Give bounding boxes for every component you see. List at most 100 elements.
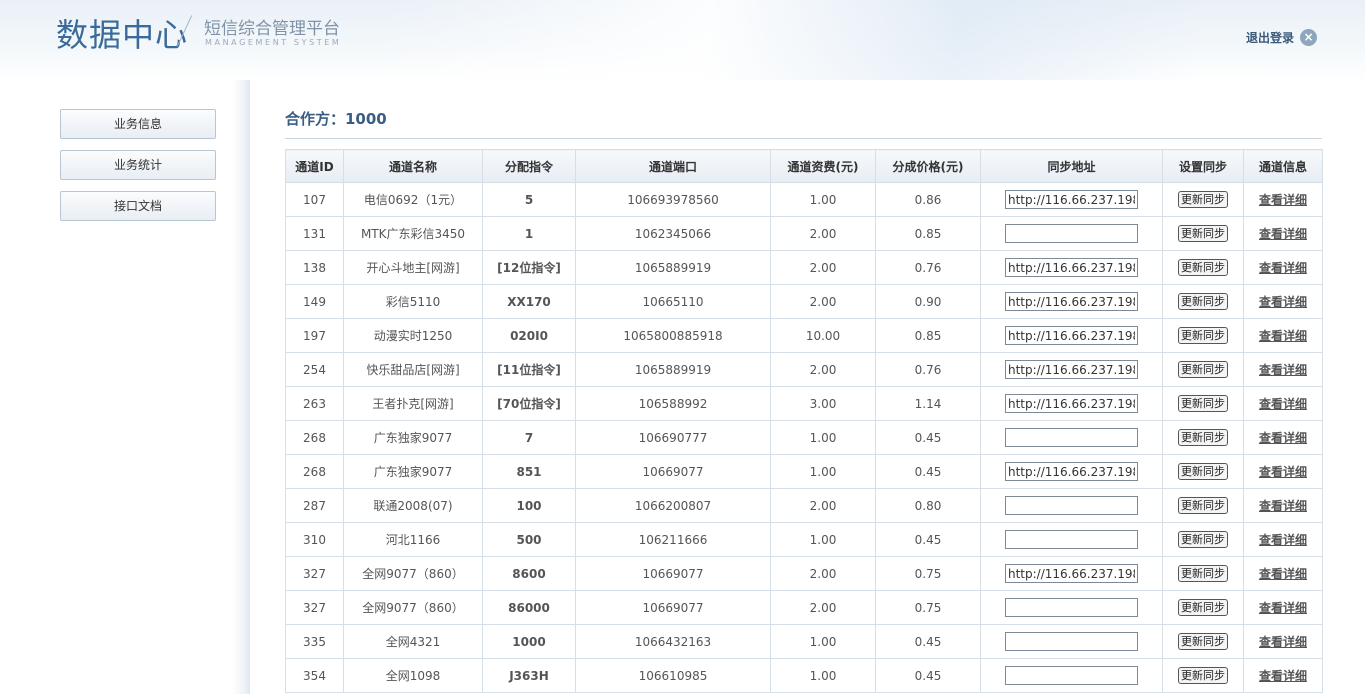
sync-url-input[interactable] (1005, 394, 1138, 413)
fee-cell: 1.00 (770, 454, 876, 489)
sync-url-input[interactable] (1005, 666, 1138, 685)
fee-cell: 3.00 (770, 386, 876, 421)
update-sync-button[interactable]: 更新同步 (1178, 565, 1228, 582)
port-cell: 106588992 (575, 386, 771, 421)
sync-url-cell (980, 182, 1163, 217)
channel-name-cell: MTK广东彩信3450 (343, 216, 483, 251)
view-detail-link[interactable]: 查看详细 (1243, 624, 1323, 659)
update-sync-button[interactable]: 更新同步 (1178, 429, 1228, 446)
share-price-cell: 0.90 (875, 284, 981, 319)
sync-url-input[interactable] (1005, 632, 1138, 651)
view-detail-link[interactable]: 查看详细 (1243, 522, 1323, 557)
update-sync-button[interactable]: 更新同步 (1178, 667, 1228, 684)
sync-url-input[interactable] (1005, 496, 1138, 515)
fee-cell: 2.00 (770, 556, 876, 591)
sync-url-input[interactable] (1005, 564, 1138, 583)
logout-button[interactable]: 退出登录 × (1246, 29, 1318, 46)
table-row: 263王者扑克[网游][70位指令]1065889923.001.14 更新同步查… (285, 386, 1323, 421)
update-sync-button[interactable]: 更新同步 (1178, 259, 1228, 276)
fee-cell: 2.00 (770, 352, 876, 387)
view-detail-link[interactable]: 查看详细 (1243, 318, 1323, 353)
sync-url-input[interactable] (1005, 224, 1138, 243)
update-sync-button[interactable]: 更新同步 (1178, 327, 1228, 344)
sync-url-input[interactable] (1005, 360, 1138, 379)
table-row: 149彩信5110XX170106651102.000.90 更新同步查看详细 (285, 284, 1323, 319)
update-sync-button[interactable]: 更新同步 (1178, 395, 1228, 412)
update-sync-button[interactable]: 更新同步 (1178, 531, 1228, 548)
sync-url-input[interactable] (1005, 190, 1138, 209)
sync-url-input[interactable] (1005, 292, 1138, 311)
fee-cell: 2.00 (770, 216, 876, 251)
command-cell: 500 (482, 522, 576, 557)
port-cell: 106693978560 (575, 182, 771, 217)
view-detail-link[interactable]: 查看详细 (1243, 250, 1323, 285)
view-detail-link[interactable]: 查看详细 (1243, 488, 1323, 523)
view-detail-link[interactable]: 查看详细 (1243, 216, 1323, 251)
view-detail-link[interactable]: 查看详细 (1243, 284, 1323, 319)
sync-url-input[interactable] (1005, 598, 1138, 617)
column-header: 通道名称 (343, 149, 483, 183)
share-price-cell: 0.76 (875, 352, 981, 387)
update-sync-button[interactable]: 更新同步 (1178, 633, 1228, 650)
column-header: 设置同步 (1162, 149, 1244, 183)
sync-url-cell (980, 624, 1163, 659)
sync-url-input[interactable] (1005, 530, 1138, 549)
sync-action-cell: 更新同步 (1162, 658, 1244, 693)
channel-id-cell: 107 (285, 182, 344, 217)
sync-url-cell (980, 522, 1163, 557)
column-header: 通道ID (285, 149, 344, 183)
table-row: 107电信0692（1元）51066939785601.000.86 更新同步查看… (285, 182, 1323, 217)
command-cell: 851 (482, 454, 576, 489)
channel-name-cell: 开心斗地主[网游] (343, 250, 483, 285)
channel-id-cell: 310 (285, 522, 344, 557)
port-cell: 106690777 (575, 420, 771, 455)
view-detail-link[interactable]: 查看详细 (1243, 420, 1323, 455)
sidebar-item-api-docs[interactable]: 接口文档 (60, 191, 216, 221)
sync-action-cell: 更新同步 (1162, 216, 1244, 251)
view-detail-link[interactable]: 查看详细 (1243, 352, 1323, 387)
command-cell: 100 (482, 488, 576, 523)
header-decoration (380, 0, 1200, 80)
fee-cell: 2.00 (770, 488, 876, 523)
column-header: 通道信息 (1243, 149, 1323, 183)
sync-url-input[interactable] (1005, 428, 1138, 447)
heading-divider (285, 138, 1322, 139)
view-detail-link[interactable]: 查看详细 (1243, 182, 1323, 217)
update-sync-button[interactable]: 更新同步 (1178, 497, 1228, 514)
view-detail-link[interactable]: 查看详细 (1243, 590, 1323, 625)
update-sync-button[interactable]: 更新同步 (1178, 599, 1228, 616)
view-detail-link[interactable]: 查看详细 (1243, 386, 1323, 421)
sidebar-item-business-info[interactable]: 业务信息 (60, 109, 216, 139)
sync-action-cell: 更新同步 (1162, 386, 1244, 421)
update-sync-button[interactable]: 更新同步 (1178, 361, 1228, 378)
table-row: 327全网9077（860）8600106690772.000.75 更新同步查看… (285, 556, 1323, 591)
command-cell: 1000 (482, 624, 576, 659)
partner-heading: 合作方：1000 (285, 110, 387, 128)
port-cell: 10669077 (575, 590, 771, 625)
update-sync-button[interactable]: 更新同步 (1178, 225, 1228, 242)
sync-url-input[interactable] (1005, 258, 1138, 277)
command-cell: 020I0 (482, 318, 576, 353)
update-sync-button[interactable]: 更新同步 (1178, 463, 1228, 480)
share-price-cell: 0.45 (875, 420, 981, 455)
update-sync-button[interactable]: 更新同步 (1178, 293, 1228, 310)
fee-cell: 1.00 (770, 624, 876, 659)
table-row: 335 全网4321 1000 1066432163 1.00 0.45 更新同步 查看详细 (285, 624, 1323, 659)
channel-id-cell: 268 (285, 420, 344, 455)
channel-name-cell: 广东独家9077 (343, 420, 483, 455)
view-detail-link[interactable]: 查看详细 (1243, 454, 1323, 489)
column-header: 通道资费(元) (770, 149, 876, 183)
sync-url-input[interactable] (1005, 462, 1138, 481)
channel-id-cell: 138 (285, 250, 344, 285)
sidebar-item-business-stats[interactable]: 业务统计 (60, 150, 216, 180)
channel-id-cell: 263 (285, 386, 344, 421)
close-icon[interactable]: × (1300, 29, 1318, 46)
channel-id-cell: 131 (285, 216, 344, 251)
sync-url-input[interactable] (1005, 326, 1138, 345)
view-detail-link[interactable]: 查看详细 (1243, 658, 1323, 693)
view-detail-link[interactable]: 查看详细 (1243, 556, 1323, 591)
channel-id-cell: 327 (285, 556, 344, 591)
update-sync-button[interactable]: 更新同步 (1178, 191, 1228, 208)
command-cell: XX170 (482, 284, 576, 319)
channel-name-cell: 电信0692（1元） (343, 182, 483, 217)
